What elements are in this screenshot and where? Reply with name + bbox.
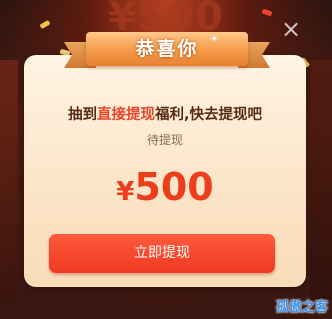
background-edge-right <box>310 60 332 300</box>
amount-value: 500 <box>134 165 214 209</box>
watermark: 孤傲之客 <box>275 300 328 315</box>
headline-prefix: 抽到 <box>67 107 97 123</box>
reward-dialog: 抽到直接提现福利,快去提现吧 待提现 ¥500 立即提现 <box>24 55 306 287</box>
background-edge-left <box>0 60 18 300</box>
headline-highlight: 直接提现 <box>96 107 155 123</box>
headline-suffix: 福利,快去提现吧 <box>154 107 262 123</box>
ribbon-banner: 恭喜你 <box>86 32 248 66</box>
currency-symbol: ¥ <box>116 177 135 207</box>
ribbon-title: 恭喜你 <box>135 38 199 60</box>
title-ribbon: 恭喜你 ✦ <box>64 28 270 72</box>
reward-amount: ¥500 <box>24 165 306 209</box>
headline: 抽到直接提现福利,快去提现吧 <box>24 103 306 124</box>
pending-label: 待提现 <box>146 133 183 147</box>
withdraw-now-button[interactable]: 立即提现 <box>49 234 275 273</box>
close-icon[interactable]: × <box>280 17 302 41</box>
sparkle-icon: ✦ <box>210 34 219 45</box>
